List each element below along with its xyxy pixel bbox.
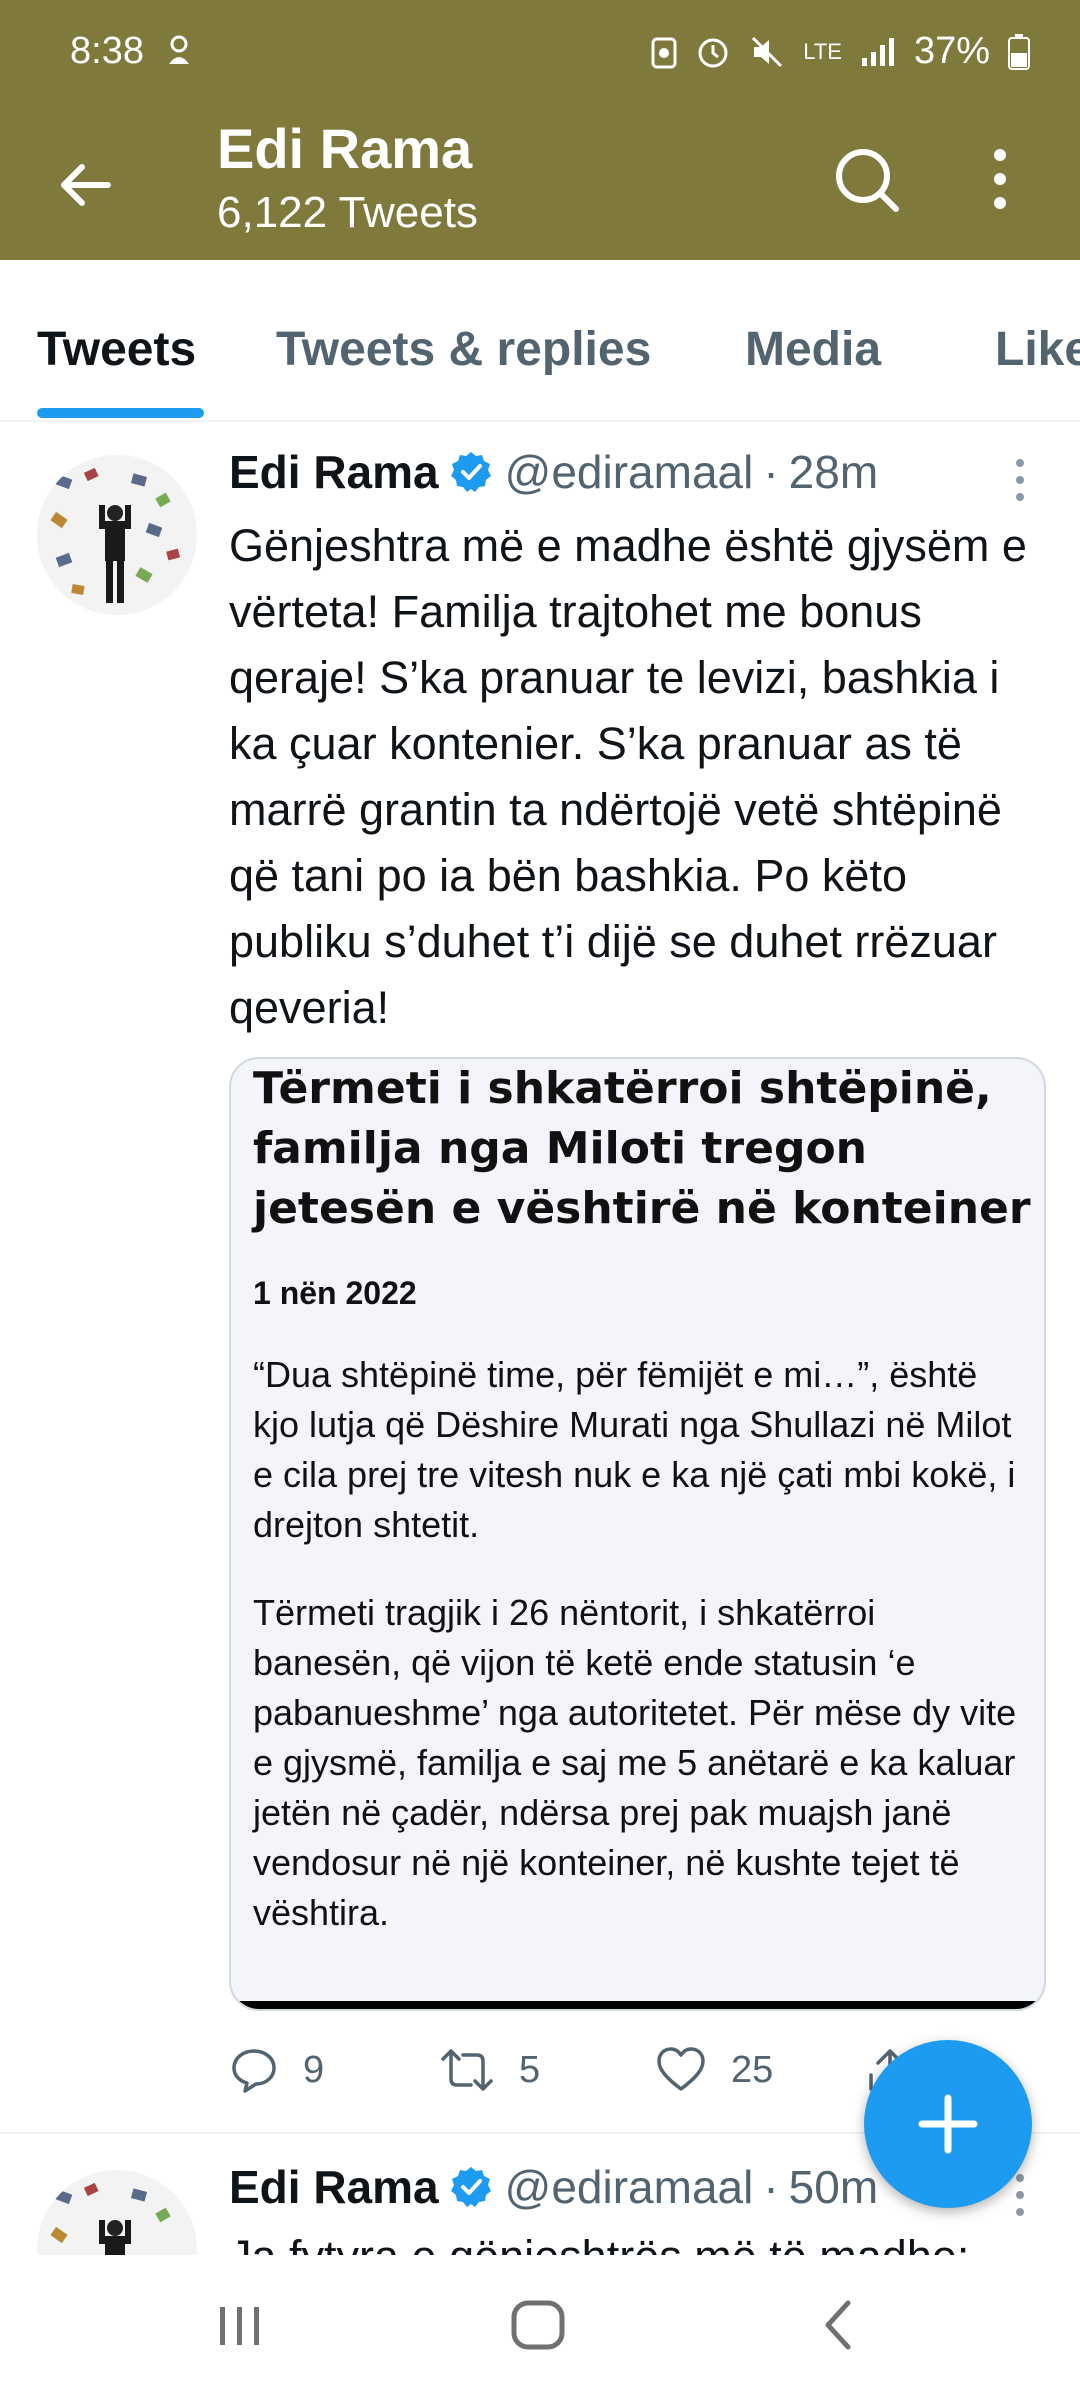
retweet-icon [441,2049,493,2091]
plus-icon [918,2094,978,2154]
profile-name-title: Edi Rama [217,117,473,180]
media-date: 1 nën 2022 [253,1275,417,1311]
like-icon [657,2047,705,2091]
recents-icon[interactable] [210,2295,270,2355]
separator-dot: · [763,2161,779,2213]
battery-icon [1008,33,1030,70]
separator-dot: · [763,446,779,498]
tweet-more-icon[interactable] [1010,455,1030,505]
more-vertical-icon[interactable] [980,143,1020,215]
reply-count: 9 [303,2048,325,2091]
avatar[interactable] [37,455,197,615]
system-nav-bar [0,2255,1080,2400]
reply-button[interactable]: 9 [229,2045,324,2095]
status-bar: 8:38 LTE 37% [0,0,1080,110]
tab-media[interactable]: Media [745,322,881,377]
reply-icon [232,2049,276,2093]
retweet-count: 5 [519,2048,541,2091]
tweet-text: Gënjeshtra më e madhe është gjysëm e vër… [229,520,1027,1033]
avatar-image [37,455,197,615]
notification-icon [169,35,189,64]
tab-tweets[interactable]: Tweets [37,322,196,377]
media-bottom-edge [231,2001,1044,2009]
author-handle[interactable]: @ediramaal [505,2160,754,2214]
like-count: 25 [731,2048,774,2091]
avatar-image [37,2170,197,2255]
tweet-text: Ja fytyra e gënjeshtrës më të madhe: [229,2224,969,2255]
profile-tabs: Tweets Tweets & replies Media Like [0,260,1080,422]
network-label: LTE [803,38,842,64]
tweet-time[interactable]: 28m [789,445,878,499]
signal-icon [861,37,894,66]
back-nav-icon[interactable] [810,2295,870,2355]
media-paragraph-1: “Dua shtëpinë time, për fëmijët e mi…”, … [253,1354,1016,1545]
tweet-header: Edi Rama @ediramaal · 50m [229,2160,878,2214]
avatar[interactable] [37,2170,197,2255]
alarm-icon [698,38,728,67]
author-handle[interactable]: @ediramaal [505,445,754,499]
like-button[interactable]: 25 [655,2045,773,2095]
battery-saver-icon [651,37,677,68]
home-icon[interactable] [506,2295,570,2355]
mute-icon [752,36,783,67]
back-arrow-icon[interactable] [50,150,120,220]
author-name[interactable]: Edi Rama [229,2160,439,2214]
verified-badge-icon [450,2167,491,2207]
verified-badge-icon [450,452,491,492]
retweet-button[interactable]: 5 [439,2045,540,2095]
profile-header: Edi Rama 6,122 Tweets [0,110,1080,260]
author-name[interactable]: Edi Rama [229,445,439,499]
tweet-media-image[interactable]: Tërmeti i shkatërroi shtëpinë, familja n… [229,1057,1046,2011]
status-icons: LTE 37% [651,30,1030,73]
tab-tweets-and-replies[interactable]: Tweets & replies [276,322,651,377]
active-tab-indicator [37,408,204,418]
tab-likes[interactable]: Like [995,322,1080,377]
search-icon[interactable] [830,143,902,215]
tweet-header: Edi Rama @ediramaal · 28m [229,445,878,499]
tweet-count: 6,122 Tweets [217,188,478,237]
status-time: 8:38 [70,30,144,72]
battery-percent: 37% [913,30,990,72]
compose-tweet-button[interactable] [864,2040,1032,2208]
media-paragraph-2: Tërmeti tragjik i 26 nëntorit, i shkatër… [253,1592,1017,1933]
media-headline: Tërmeti i shkatërroi shtëpinë, familja n… [253,1063,1031,1234]
